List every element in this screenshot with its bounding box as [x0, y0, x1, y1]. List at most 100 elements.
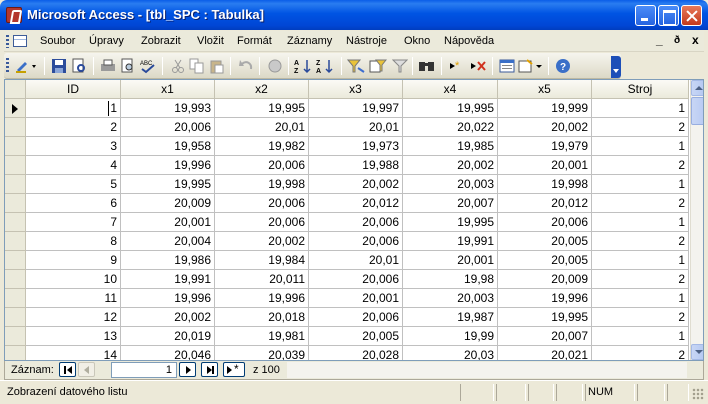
cell-x2[interactable]: 20,002: [215, 232, 309, 251]
menu-upravy[interactable]: Úpravy: [89, 35, 124, 47]
cell-stroj[interactable]: 2: [592, 270, 689, 289]
table-row[interactable]: 8 20,004 20,002 20,006 19,991 20,005 2: [5, 232, 689, 251]
cell-stroj[interactable]: 2: [592, 194, 689, 213]
cell-stroj[interactable]: 2: [592, 232, 689, 251]
cell-stroj[interactable]: 1: [592, 289, 689, 308]
cell-x4[interactable]: 19,98: [403, 270, 498, 289]
cell-x5[interactable]: 19,998: [498, 175, 592, 194]
cell-x3[interactable]: 20,028: [309, 346, 403, 360]
cell-x2[interactable]: 20,039: [215, 346, 309, 360]
cell-id[interactable]: 4: [26, 156, 121, 175]
cell-x4[interactable]: 20,001: [403, 251, 498, 270]
cell-x4[interactable]: 20,03: [403, 346, 498, 360]
scroll-down-icon[interactable]: [691, 344, 703, 360]
column-header-x4[interactable]: x4: [403, 80, 498, 99]
cell-x2[interactable]: 20,011: [215, 270, 309, 289]
cell-x1[interactable]: 19,958: [121, 137, 215, 156]
help-icon[interactable]: ?: [554, 57, 572, 75]
cell-id[interactable]: 10: [26, 270, 121, 289]
menu-zaznamy[interactable]: Záznamy: [287, 35, 332, 47]
cell-x5[interactable]: 19,999: [498, 99, 592, 118]
cell-id[interactable]: 5: [26, 175, 121, 194]
cell-stroj[interactable]: 2: [592, 118, 689, 137]
table-row[interactable]: 3 19,958 19,982 19,973 19,985 19,979 1: [5, 137, 689, 156]
new-object-icon[interactable]: [518, 57, 544, 75]
access-app-icon[interactable]: [6, 7, 22, 23]
cell-x1[interactable]: 19,996: [121, 289, 215, 308]
table-row[interactable]: 4 19,996 20,006 19,988 20,002 20,001 2: [5, 156, 689, 175]
toolbar-options-chevron-icon[interactable]: [611, 56, 621, 78]
table-row[interactable]: 2 20,006 20,01 20,01 20,022 20,002 2: [5, 118, 689, 137]
cell-x2[interactable]: 19,998: [215, 175, 309, 194]
cell-x1[interactable]: 20,001: [121, 213, 215, 232]
cell-x1[interactable]: 20,004: [121, 232, 215, 251]
cell-x2[interactable]: 20,01: [215, 118, 309, 137]
cell-x5[interactable]: 20,005: [498, 232, 592, 251]
spelling-icon[interactable]: ABC: [139, 57, 157, 75]
cell-x3[interactable]: 20,005: [309, 327, 403, 346]
cell-x4[interactable]: 19,995: [403, 99, 498, 118]
file-search-icon[interactable]: [70, 57, 88, 75]
find-icon[interactable]: [418, 57, 436, 75]
cell-id[interactable]: 8: [26, 232, 121, 251]
new-record-nav-button[interactable]: *: [223, 362, 245, 377]
cell-stroj[interactable]: 1: [592, 175, 689, 194]
resize-grip[interactable]: [692, 388, 704, 400]
cell-id[interactable]: 2: [26, 118, 121, 137]
cell-stroj[interactable]: 1: [592, 137, 689, 156]
record-selector[interactable]: [5, 270, 26, 289]
cell-stroj[interactable]: 1: [592, 251, 689, 270]
cell-x2[interactable]: 20,006: [215, 194, 309, 213]
cell-x5[interactable]: 20,005: [498, 251, 592, 270]
print-icon[interactable]: [99, 57, 117, 75]
cell-x2[interactable]: 19,995: [215, 99, 309, 118]
horizontal-scrollbar[interactable]: [287, 362, 687, 378]
cell-x3[interactable]: 20,01: [309, 118, 403, 137]
cell-id[interactable]: 13: [26, 327, 121, 346]
cell-x3[interactable]: 20,01: [309, 251, 403, 270]
cell-x3[interactable]: 20,006: [309, 270, 403, 289]
cell-x3[interactable]: 19,997: [309, 99, 403, 118]
cell-x4[interactable]: 19,987: [403, 308, 498, 327]
cell-x5[interactable]: 20,012: [498, 194, 592, 213]
paste-icon[interactable]: [208, 57, 226, 75]
record-selector[interactable]: [5, 213, 26, 232]
cell-id[interactable]: 9: [26, 251, 121, 270]
cell-x3[interactable]: 19,988: [309, 156, 403, 175]
record-selector[interactable]: [5, 118, 26, 137]
sort-ascending-icon[interactable]: AZ: [294, 57, 312, 75]
cell-x3[interactable]: 20,001: [309, 289, 403, 308]
cell-x3[interactable]: 20,006: [309, 308, 403, 327]
close-button[interactable]: [681, 5, 702, 26]
cell-x5[interactable]: 19,996: [498, 289, 592, 308]
cell-x5[interactable]: 20,007: [498, 327, 592, 346]
cell-stroj[interactable]: 1: [592, 327, 689, 346]
scroll-thumb[interactable]: [691, 97, 703, 125]
doc-close-button[interactable]: x: [692, 33, 699, 47]
maximize-button[interactable]: [658, 5, 679, 26]
scroll-up-icon[interactable]: [691, 80, 703, 96]
cell-x2[interactable]: 20,018: [215, 308, 309, 327]
cell-x4[interactable]: 19,991: [403, 232, 498, 251]
apply-filter-icon[interactable]: [391, 57, 409, 75]
cell-x2[interactable]: 19,984: [215, 251, 309, 270]
table-row[interactable]: 10 19,991 20,011 20,006 19,98 20,009 2: [5, 270, 689, 289]
new-record-icon[interactable]: *: [447, 57, 465, 75]
column-header-x1[interactable]: x1: [121, 80, 215, 99]
cell-x4[interactable]: 19,995: [403, 213, 498, 232]
cell-x4[interactable]: 20,003: [403, 175, 498, 194]
cell-id[interactable]: 3: [26, 137, 121, 156]
cell-stroj[interactable]: 2: [592, 346, 689, 360]
minimize-button[interactable]: [635, 5, 656, 26]
cell-x3[interactable]: 20,002: [309, 175, 403, 194]
first-record-button[interactable]: [59, 362, 76, 377]
cell-x5[interactable]: 19,979: [498, 137, 592, 156]
select-all-corner[interactable]: [5, 80, 26, 99]
cell-x2[interactable]: 20,006: [215, 213, 309, 232]
cell-x1[interactable]: 20,019: [121, 327, 215, 346]
undo-icon[interactable]: [237, 57, 255, 75]
table-row[interactable]: 6 20,009 20,006 20,012 20,007 20,012 2: [5, 194, 689, 213]
column-header-x5[interactable]: x5: [498, 80, 592, 99]
menu-vlozit[interactable]: Vložit: [197, 35, 224, 47]
menu-zobrazit[interactable]: Zobrazit: [141, 35, 181, 47]
